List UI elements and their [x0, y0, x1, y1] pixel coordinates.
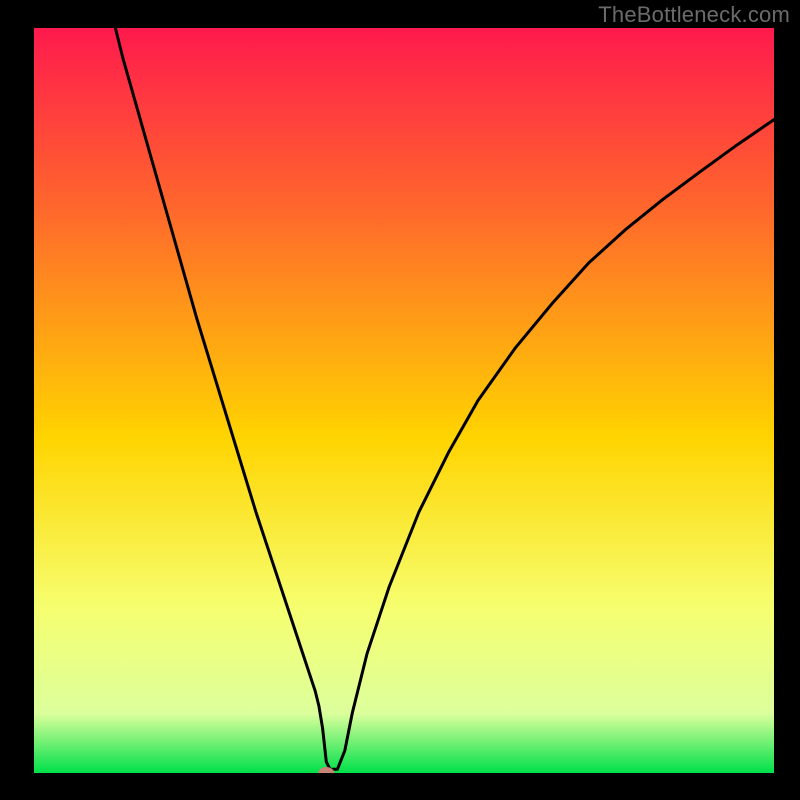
watermark-text: TheBottleneck.com	[598, 2, 790, 28]
plot-area	[34, 28, 774, 773]
chart-frame: TheBottleneck.com	[0, 0, 800, 800]
